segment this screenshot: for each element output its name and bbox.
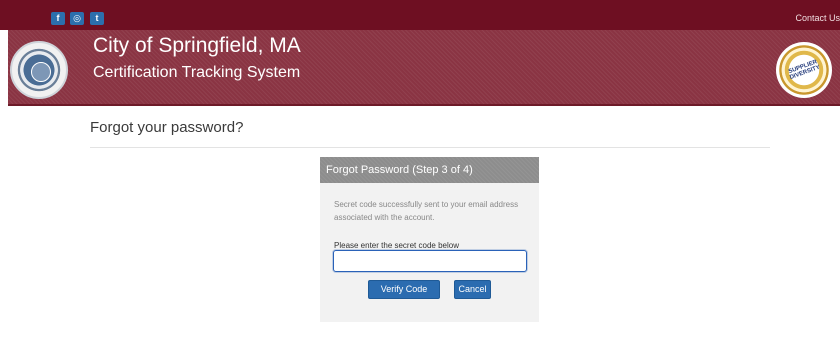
forgot-password-card: Forgot Password (Step 3 of 4) Secret cod…	[320, 157, 539, 322]
supplier-diversity-logo: SUPPLIER DIVERSITY	[776, 42, 832, 98]
card-title: Forgot Password (Step 3 of 4)	[320, 157, 539, 183]
cancel-button[interactable]: Cancel	[454, 280, 491, 299]
info-message: Secret code successfully sent to your em…	[334, 200, 519, 222]
heading-divider	[90, 147, 770, 148]
facebook-icon[interactable]: f	[51, 12, 65, 25]
page-title: Forgot your password?	[90, 119, 244, 136]
contact-us-link[interactable]: Contact Us	[795, 13, 840, 23]
verify-code-button[interactable]: Verify Code	[368, 280, 440, 299]
site-subtitle: Certification Tracking System	[93, 64, 301, 81]
twitter-icon[interactable]: t	[90, 12, 104, 25]
instagram-icon[interactable]: ◎	[70, 12, 84, 25]
top-bar: f ◎ t Contact Us	[0, 0, 840, 30]
city-seal-logo	[10, 41, 68, 99]
site-title: City of Springfield, MA	[93, 34, 301, 57]
secret-code-input[interactable]	[333, 250, 527, 272]
badge-text: SUPPLIER DIVERSITY	[787, 59, 821, 82]
seal-center	[31, 62, 51, 82]
site-header: City of Springfield, MA Certification Tr…	[8, 30, 840, 106]
secret-code-label: Please enter the secret code below	[334, 241, 459, 250]
